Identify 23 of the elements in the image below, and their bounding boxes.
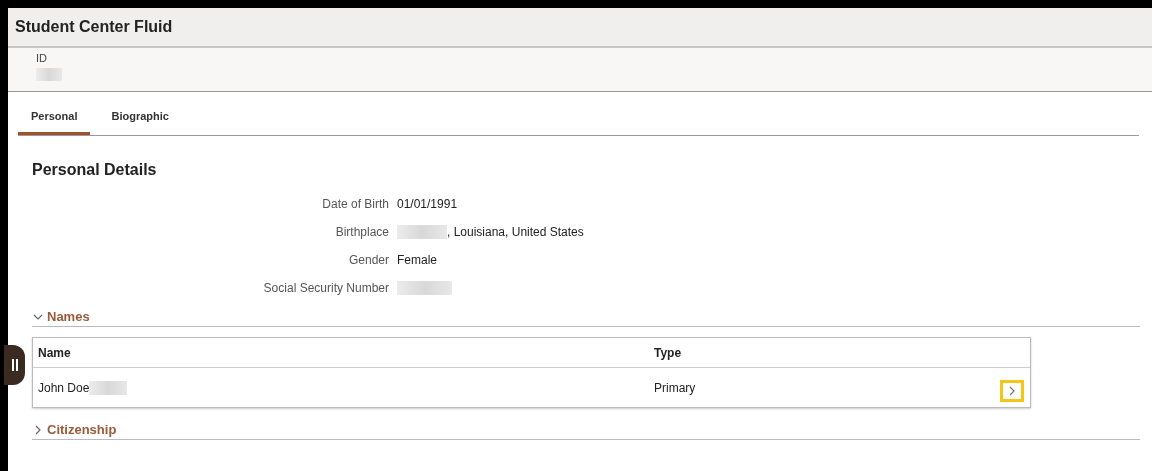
field-label: Date of Birth [321, 197, 389, 211]
field-value: Female [397, 253, 437, 267]
field-value: 01/01/1991 [397, 197, 458, 211]
table-cell-text: Primary [654, 380, 697, 395]
field-label: Birthplace [334, 225, 389, 239]
table-cell: John Doe [38, 380, 90, 395]
chevron-right-icon [1008, 385, 1016, 396]
section-title: Personal Details [32, 161, 158, 179]
column-header: Type [654, 345, 683, 360]
redacted-mark [89, 380, 128, 395]
field-label: Social Security Number [262, 281, 389, 295]
field-value: , Louisiana, United States [447, 225, 584, 239]
page-title: Student Center Fluid [15, 18, 173, 36]
column-header: Name [38, 345, 72, 360]
redacted-mark [36, 68, 62, 81]
tab[interactable]: Biographic [98, 101, 182, 135]
tab[interactable]: Personal [18, 101, 91, 135]
field-label: Gender [347, 253, 389, 267]
id-label: ID [36, 52, 48, 64]
drawer-handle[interactable] [4, 345, 25, 385]
grip-icon [11, 359, 18, 371]
section-toggle[interactable]: Names [32, 309, 90, 326]
section-toggle[interactable]: Citizenship [32, 422, 117, 439]
